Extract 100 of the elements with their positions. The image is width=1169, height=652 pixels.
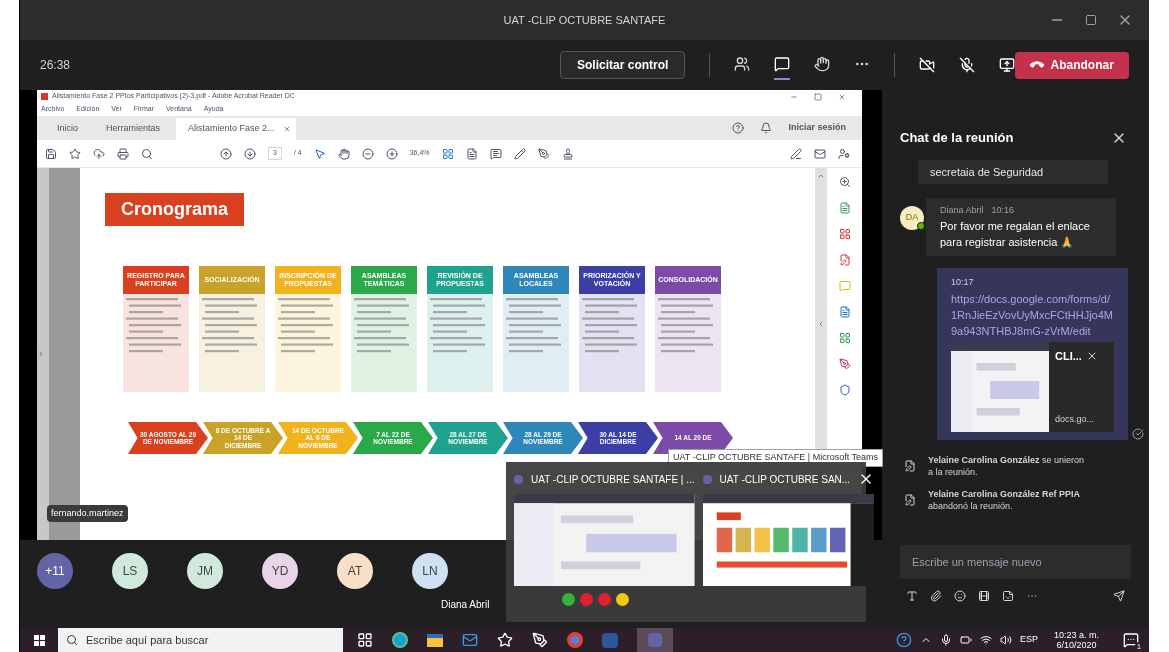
battery-icon[interactable] xyxy=(959,634,972,646)
combine-icon[interactable] xyxy=(838,306,851,318)
scroll-up-icon[interactable] xyxy=(817,172,825,180)
export-pdf-icon[interactable] xyxy=(838,202,851,214)
page-view-icon[interactable] xyxy=(441,147,454,160)
expand-icon[interactable] xyxy=(37,350,45,358)
meeting-event-icon xyxy=(904,460,916,472)
message-link[interactable]: https://docs.google.com/forms/d/1RnJieEzVovUyMxcFCtHHJjo4M9a943NTHBJ8mG-zVrM/edit xyxy=(951,291,1114,339)
stamp-icon[interactable] xyxy=(561,147,574,160)
sign-icon[interactable] xyxy=(537,147,550,160)
save-icon[interactable] xyxy=(45,147,57,160)
meeting-event-text: Yelaine Carolina González se unieron a la reunión. xyxy=(928,454,1086,478)
attach-icon[interactable] xyxy=(930,590,942,602)
message-text: secretaia de Seguridad xyxy=(930,165,1044,178)
hand-tool-icon[interactable] xyxy=(337,147,350,160)
browser-icon[interactable] xyxy=(567,632,583,648)
message-author: Diana Abril xyxy=(940,204,984,217)
pencil-icon[interactable] xyxy=(513,147,526,160)
participant-avatar[interactable]: AT xyxy=(337,553,373,589)
user-avatar[interactable]: DA xyxy=(900,206,924,230)
close-tab-icon[interactable] xyxy=(282,125,291,133)
fill-sign-icon[interactable] xyxy=(838,358,851,370)
participant-avatar[interactable]: JM xyxy=(187,553,223,589)
previous-page-icon[interactable] xyxy=(220,147,232,160)
mail-icon[interactable] xyxy=(814,147,826,160)
next-page-icon[interactable] xyxy=(244,147,256,160)
browser-icon[interactable] xyxy=(392,632,408,648)
zoom-in-icon[interactable] xyxy=(385,147,398,160)
notifications-icon[interactable] xyxy=(1123,632,1139,648)
pdf-tab[interactable]: Herramientas xyxy=(94,118,173,140)
user-icon[interactable] xyxy=(838,147,850,160)
people-icon xyxy=(734,56,751,72)
teams-icon xyxy=(702,474,712,484)
participant-avatar[interactable]: LN xyxy=(412,553,448,589)
participant-avatar[interactable]: LS xyxy=(112,553,148,589)
protect-icon[interactable] xyxy=(838,384,851,396)
comment-icon[interactable] xyxy=(489,147,502,160)
help-icon[interactable] xyxy=(895,632,912,648)
chat-title: Chat de la reunión xyxy=(900,129,1014,147)
message-time: 10:16 xyxy=(991,204,1015,217)
camera-off-icon[interactable] xyxy=(919,57,936,73)
speaker-name: Diana Abril xyxy=(441,598,491,612)
windows-logo-icon[interactable] xyxy=(33,634,45,646)
mic-icon[interactable] xyxy=(939,634,952,646)
window-preview[interactable]: UAT -CLIP OCTUBRE SANTAFE | ... xyxy=(514,468,695,622)
gif-icon[interactable] xyxy=(978,590,990,602)
sticker-icon[interactable] xyxy=(1002,590,1014,602)
zoom-icon[interactable] xyxy=(838,176,851,188)
zoom-out-icon[interactable] xyxy=(361,147,374,160)
pointer-icon[interactable] xyxy=(313,147,326,160)
clock-time[interactable]: 10:23 a. m. xyxy=(1053,630,1099,640)
preview-domain: docs.go... xyxy=(1055,412,1096,426)
help-icon[interactable] xyxy=(732,122,745,134)
sent-check-icon xyxy=(1132,428,1144,440)
mic-off-icon[interactable] xyxy=(959,57,976,73)
bell-icon[interactable] xyxy=(760,122,773,134)
volume-icon[interactable] xyxy=(999,634,1012,646)
request-control-button[interactable]: Solicitar control xyxy=(560,51,686,79)
preview-title: CLI... xyxy=(1055,349,1082,364)
task-view-icon[interactable] xyxy=(357,632,373,648)
print-icon[interactable] xyxy=(117,147,129,160)
edit-pdf-icon[interactable] xyxy=(838,254,851,266)
share-screen-icon[interactable] xyxy=(999,57,1016,73)
page-fit-icon[interactable] xyxy=(465,147,478,160)
collapse-icon[interactable] xyxy=(817,320,825,328)
message-time: 10:17 xyxy=(951,275,975,289)
meeting-event-text: Yelaine Carolina González Ref PPIA abandonó la reunión. xyxy=(928,488,1082,512)
language-indicator[interactable]: ESP xyxy=(1019,633,1038,647)
window-title: UAT -CLIP OCTUBRE SANTAFE xyxy=(502,12,667,28)
window-preview[interactable]: UAT -CLIP OCTUBRE SAN... xyxy=(702,468,875,622)
meeting-event-icon xyxy=(904,494,916,506)
message-input[interactable]: Escribe un mensaje nuevo xyxy=(900,545,1131,579)
leave-button[interactable]: Abandonar xyxy=(1015,51,1129,79)
wifi-icon[interactable] xyxy=(979,634,992,646)
sign-in-link[interactable]: Iniciar sesión xyxy=(788,121,846,135)
send-icon[interactable] xyxy=(1113,590,1125,602)
star-icon[interactable] xyxy=(69,147,81,160)
participant-avatar[interactable]: +11 xyxy=(37,553,73,589)
link-preview-card[interactable]: CLI... docs.go... xyxy=(951,342,1114,432)
chat-icon xyxy=(774,56,791,72)
format-icon[interactable] xyxy=(906,590,918,602)
search-icon xyxy=(66,634,78,646)
upload-icon[interactable] xyxy=(93,147,105,160)
pen-icon[interactable] xyxy=(790,147,802,160)
pdf-tab[interactable]: Inicio xyxy=(45,118,90,140)
pdf-tab[interactable]: Alistamiento Fase 2... xyxy=(176,118,297,140)
preview-title: UAT -CLIP OCTUBRE SANTAFE | ... xyxy=(531,472,695,487)
raise-hand-icon xyxy=(814,56,831,72)
organize-icon[interactable] xyxy=(838,228,851,240)
maximize-icon[interactable] xyxy=(1085,14,1097,26)
form-icon[interactable] xyxy=(838,332,851,344)
taskbar-search-field[interactable]: Escribe aquí para buscar xyxy=(58,628,343,652)
participant-avatar[interactable]: YD xyxy=(262,553,298,589)
clock-date[interactable]: 6/10/2020 xyxy=(1056,640,1097,650)
folder-icon[interactable] xyxy=(427,633,443,647)
mail-icon[interactable] xyxy=(462,632,478,648)
emoji-icon[interactable] xyxy=(954,590,966,602)
preview-title: UAT -CLIP OCTUBRE SAN... xyxy=(719,472,851,487)
search-icon[interactable] xyxy=(141,147,153,160)
acrobat-icon xyxy=(41,93,48,100)
